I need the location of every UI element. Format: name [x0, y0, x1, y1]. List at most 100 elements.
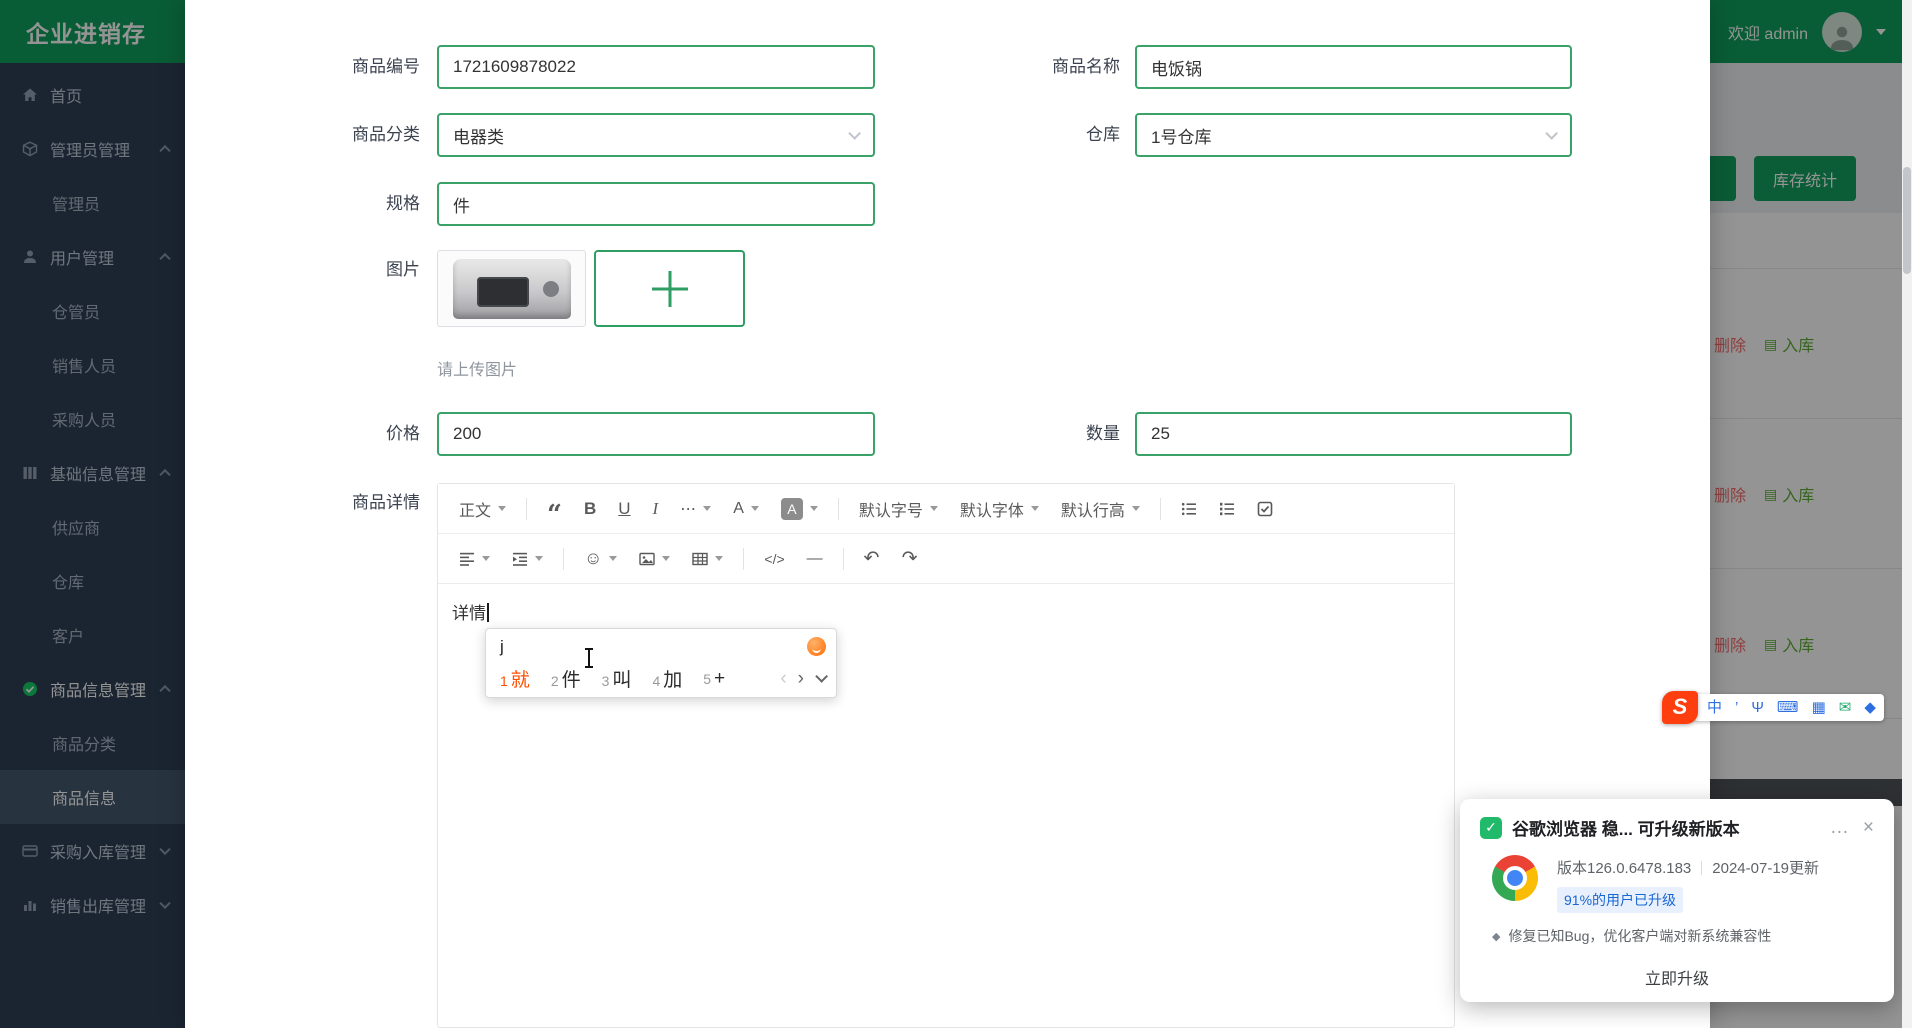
- candidate-text: 叫: [612, 670, 631, 691]
- upgrade-now-button[interactable]: 立即升级: [1480, 959, 1874, 995]
- product-no-label: 商品编号: [245, 45, 420, 89]
- toolbar-separator: [526, 498, 527, 520]
- toolbar-separator: [838, 498, 839, 520]
- image-icon: [639, 551, 655, 567]
- more-options-icon[interactable]: …: [1830, 818, 1849, 837]
- candidate-text: +: [714, 668, 725, 689]
- expand-icon[interactable]: [815, 670, 828, 683]
- chevron-down-icon: [1031, 506, 1039, 511]
- mic-icon[interactable]: Ψ: [1751, 700, 1764, 715]
- text-caret: [487, 603, 489, 622]
- bold-button[interactable]: B: [573, 491, 607, 527]
- product-name-input[interactable]: [1135, 45, 1572, 89]
- candidate-index: 3: [602, 673, 610, 689]
- more-tools-icon[interactable]: ◆: [1864, 700, 1876, 715]
- todo-list-button[interactable]: [1246, 491, 1284, 527]
- align-button[interactable]: [448, 541, 501, 577]
- plus-icon: [668, 271, 671, 307]
- indent-button[interactable]: [501, 541, 554, 577]
- chinese-mode-icon[interactable]: 中: [1707, 700, 1722, 715]
- chrome-update-notification: ✓ 谷歌浏览器 稳... 可升级新版本 … × 版本126.0.6478.183…: [1460, 799, 1894, 1002]
- price-input[interactable]: [437, 412, 875, 456]
- line-height-value: 默认行高: [1061, 497, 1125, 521]
- sogou-ime-toolbar: S 中 ’ Ψ ⌨ ▦ ✉ ◆: [1662, 690, 1884, 724]
- version-separator: [1701, 861, 1702, 875]
- font-color-icon: A: [733, 500, 744, 518]
- ime-candidate-3[interactable]: 3叫: [602, 665, 632, 692]
- punctuation-icon[interactable]: ’: [1735, 700, 1738, 715]
- code-block-button[interactable]: </>: [753, 541, 795, 577]
- bullet-list-button[interactable]: [1170, 491, 1208, 527]
- chevron-down-icon: [703, 506, 711, 511]
- ime-candidate-5[interactable]: 5+: [703, 668, 725, 690]
- scrollbar-thumb[interactable]: [1903, 167, 1911, 274]
- chevron-down-icon: [751, 506, 759, 511]
- insert-table-button[interactable]: [681, 541, 734, 577]
- undo-button[interactable]: ↶: [853, 541, 891, 577]
- message-icon[interactable]: ✉: [1839, 700, 1852, 715]
- divider-button[interactable]: —: [796, 541, 834, 577]
- chevron-down-icon: [535, 556, 543, 561]
- toolbox-icon[interactable]: ▦: [1812, 700, 1826, 715]
- scrollbar-track[interactable]: [1902, 0, 1912, 1028]
- candidate-index: 2: [551, 673, 559, 689]
- underline-button[interactable]: U: [607, 491, 641, 527]
- ime-candidate-window: j 1就 2件 3叫 4加 5+ ‹ ›: [485, 628, 837, 698]
- chevron-down-icon: [848, 127, 861, 140]
- bg-color-button[interactable]: A: [770, 491, 829, 527]
- spec-input[interactable]: [437, 182, 875, 226]
- more-styles-button[interactable]: ⋯: [669, 491, 722, 527]
- ime-candidate-4[interactable]: 4加: [652, 665, 682, 692]
- keyboard-icon[interactable]: ⌨: [1777, 700, 1799, 715]
- mouse-cursor: [584, 648, 593, 668]
- spec-label: 规格: [245, 182, 420, 226]
- selected-value: 1号仓库: [1151, 123, 1211, 148]
- candidate-index: 1: [500, 673, 508, 689]
- editor-text: 详情: [452, 604, 486, 623]
- upload-image-button[interactable]: [594, 250, 745, 327]
- product-name-label: 商品名称: [943, 45, 1120, 89]
- category-select[interactable]: 电器类: [437, 113, 875, 157]
- price-label: 价格: [245, 412, 420, 456]
- insert-image-button[interactable]: [628, 541, 681, 577]
- ordered-list-button[interactable]: [1208, 491, 1246, 527]
- font-size-button[interactable]: 默认字号: [848, 491, 949, 527]
- close-icon[interactable]: ×: [1863, 818, 1874, 837]
- bullet-list-icon: [1181, 501, 1197, 517]
- align-left-icon: [459, 551, 475, 567]
- redo-button[interactable]: ↷: [891, 541, 929, 577]
- chevron-down-icon: [1132, 506, 1140, 511]
- ime-candidate-2[interactable]: 2件: [551, 665, 581, 692]
- italic-button[interactable]: I: [642, 491, 670, 527]
- warehouse-select[interactable]: 1号仓库: [1135, 113, 1572, 157]
- line-height-button[interactable]: 默认行高: [1050, 491, 1151, 527]
- bg-color-icon: A: [781, 498, 803, 520]
- paragraph-style-button[interactable]: 正文: [448, 491, 517, 527]
- chevron-down-icon: [609, 556, 617, 561]
- rich-text-editor: 正文 “ B U I ⋯ A A 默认字号: [437, 483, 1455, 1028]
- next-page-icon[interactable]: ›: [798, 668, 804, 690]
- upload-hint: 请上传图片: [437, 356, 517, 380]
- product-image-thumbnail[interactable]: [437, 250, 586, 327]
- chevron-down-icon: [715, 556, 723, 561]
- sogou-logo-icon[interactable]: S: [1662, 691, 1698, 724]
- font-family-button[interactable]: 默认字体: [949, 491, 1050, 527]
- candidate-text: 件: [562, 670, 581, 691]
- image-label: 图片: [245, 250, 420, 290]
- chevron-down-icon: [498, 506, 506, 511]
- rice-cooker-image: [453, 259, 571, 319]
- emoji-button[interactable]: ☺: [573, 541, 628, 577]
- detail-label: 商品详情: [245, 483, 420, 523]
- quantity-input[interactable]: [1135, 412, 1572, 456]
- version-text: 版本126.0.6478.183: [1557, 857, 1691, 878]
- product-no-input[interactable]: [437, 45, 875, 89]
- ordered-list-icon: [1219, 501, 1235, 517]
- prev-page-icon[interactable]: ‹: [780, 668, 786, 690]
- sogou-emoji-icon[interactable]: [807, 637, 826, 656]
- candidate-index: 5: [703, 671, 711, 687]
- ime-candidate-1[interactable]: 1就: [500, 665, 530, 692]
- sogou-logo-letter: S: [1673, 694, 1688, 720]
- quote-button[interactable]: “: [536, 491, 573, 527]
- font-color-button[interactable]: A: [722, 491, 770, 527]
- sogou-icon-bar: 中 ’ Ψ ⌨ ▦ ✉ ◆: [1693, 694, 1884, 721]
